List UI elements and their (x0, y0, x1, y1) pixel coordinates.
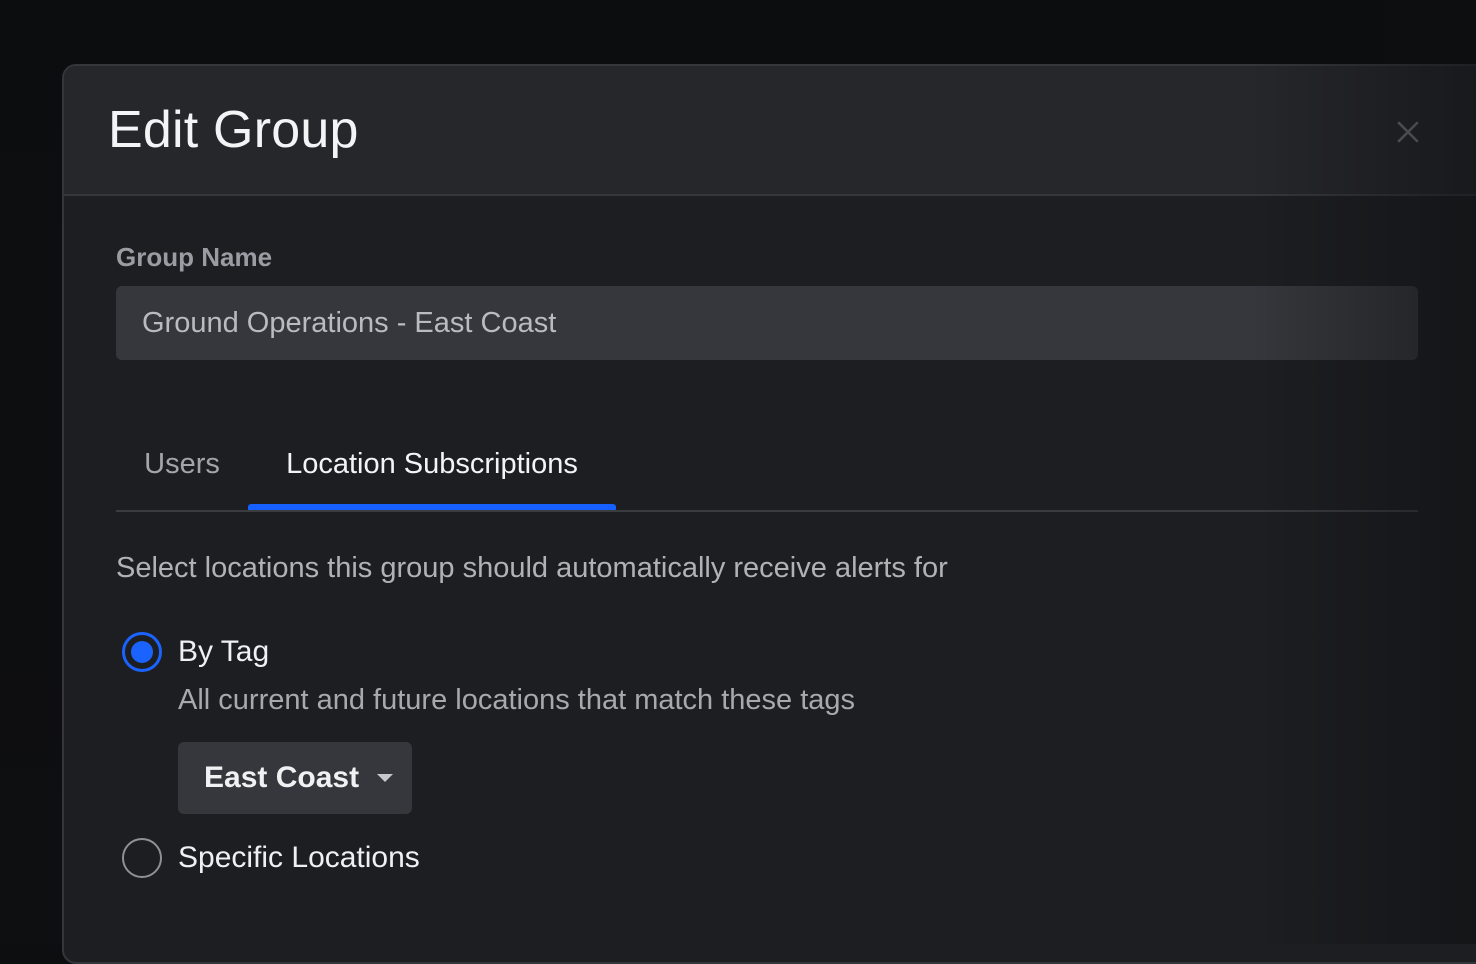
edit-group-modal: Edit Group Group Name Users Location Sub… (62, 64, 1476, 964)
modal-title: Edit Group (108, 101, 359, 159)
group-name-input[interactable] (116, 286, 1418, 360)
by-tag-help-text: All current and future locations that ma… (178, 684, 856, 716)
radio-option-specific-locations[interactable]: Specific Locations (122, 838, 420, 878)
radio-label-by-tag: By Tag (178, 635, 270, 668)
close-icon (1397, 121, 1419, 143)
active-tab-indicator (248, 504, 616, 510)
close-button[interactable] (1390, 114, 1426, 150)
tab-users[interactable]: Users (116, 416, 248, 512)
caret-down-icon (377, 774, 394, 782)
radio-checked-icon[interactable] (122, 632, 162, 672)
tab-bar: Users Location Subscriptions (116, 416, 1418, 512)
tab-location-subscriptions[interactable]: Location Subscriptions (248, 416, 616, 512)
tag-select-dropdown[interactable]: East Coast (178, 742, 412, 814)
radio-unchecked-icon[interactable] (122, 838, 162, 878)
subscriptions-description: Select locations this group should autom… (116, 552, 948, 584)
radio-option-by-tag[interactable]: By Tag (122, 632, 269, 672)
radio-label-specific-locations: Specific Locations (178, 841, 420, 874)
modal-header: Edit Group (64, 66, 1476, 196)
tag-select-value: East Coast (204, 761, 360, 794)
group-name-label: Group Name (116, 242, 273, 272)
